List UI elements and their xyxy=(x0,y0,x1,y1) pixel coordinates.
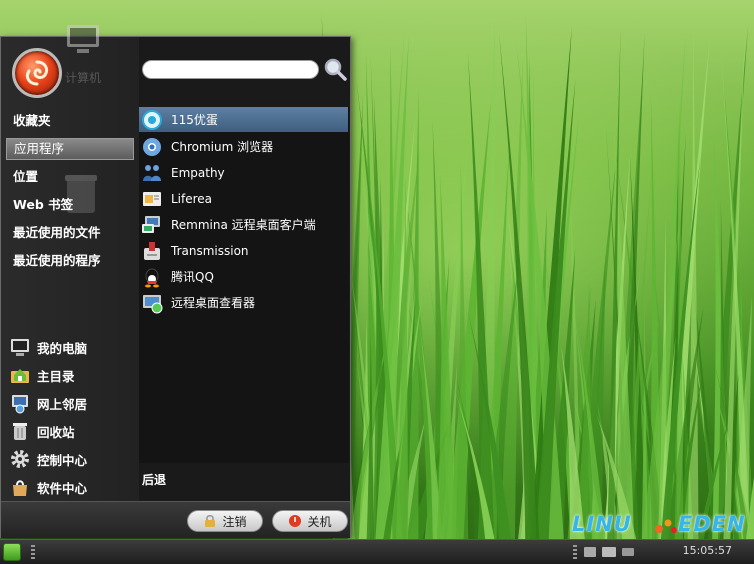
app-chromium[interactable]: Chromium 浏览器 xyxy=(139,134,348,159)
place-control-center[interactable]: 控制中心 xyxy=(9,447,87,471)
taskbar-grip-handle[interactable] xyxy=(573,545,577,559)
category-places[interactable]: 位置 xyxy=(6,166,134,188)
chromium-icon xyxy=(143,137,161,156)
transmission-icon xyxy=(144,241,160,260)
app-label: 115优蛋 xyxy=(171,113,218,127)
taskbar-clock[interactable]: 15:05:57 xyxy=(683,544,732,557)
search-input[interactable] xyxy=(142,60,319,79)
menu-left-pane: 计算机 收藏夹 应用程序 位置 Web 书签 最近使用的文件 最近使用的程序 我… xyxy=(1,25,139,501)
gear-icon xyxy=(11,450,29,468)
watermark-text-right: EDEN xyxy=(678,512,746,536)
watermark-dots-icon xyxy=(655,519,677,533)
distro-logo[interactable] xyxy=(12,48,62,98)
search-icon[interactable] xyxy=(323,57,347,81)
place-label: 软件中心 xyxy=(37,480,88,496)
app-label: Empathy xyxy=(171,165,225,180)
empathy-icon xyxy=(143,164,161,181)
swirl-logo-icon xyxy=(25,60,49,86)
place-trash[interactable]: 回收站 xyxy=(9,419,75,443)
category-applications[interactable]: 应用程序 xyxy=(6,138,134,160)
app-label: Remmina 远程桌面客户端 xyxy=(171,218,316,232)
app-liferea[interactable]: Liferea xyxy=(139,186,348,211)
category-favorites[interactable]: 收藏夹 xyxy=(6,110,134,132)
linuxeden-watermark: LINU EDEN xyxy=(572,512,750,540)
remmina-icon xyxy=(142,215,160,233)
app-label: 远程桌面查看器 xyxy=(171,296,256,310)
place-label: 控制中心 xyxy=(37,452,88,468)
menu-bottom-bar: 注销 关机 xyxy=(1,501,350,538)
network-icon xyxy=(12,395,28,414)
place-label: 回收站 xyxy=(37,424,75,440)
category-recent-programs[interactable]: 最近使用的程序 xyxy=(6,250,134,272)
shutdown-button[interactable]: 关机 xyxy=(272,510,348,532)
logout-button[interactable]: 注销 xyxy=(187,510,263,532)
place-label: 网上邻居 xyxy=(37,396,88,412)
place-home[interactable]: 主目录 xyxy=(9,363,75,387)
monitor-icon xyxy=(11,339,29,356)
start-menu: 计算机 收藏夹 应用程序 位置 Web 书签 最近使用的文件 最近使用的程序 我… xyxy=(0,25,351,538)
place-label: 主目录 xyxy=(37,368,75,384)
app-115-egg[interactable]: 115优蛋 xyxy=(139,107,348,132)
liferea-icon xyxy=(143,191,161,206)
home-folder-icon xyxy=(11,369,29,383)
remote-viewer-icon xyxy=(143,294,163,313)
app-label: Transmission xyxy=(171,243,249,258)
app-tencent-qq[interactable]: 腾讯QQ xyxy=(139,264,348,289)
app-label: 腾讯QQ xyxy=(171,270,214,284)
place-my-computer[interactable]: 我的电脑 xyxy=(9,335,87,359)
computer-desktop-label: 计算机 xyxy=(65,71,102,85)
app-label: Liferea xyxy=(171,191,213,206)
app-transmission[interactable]: Transmission xyxy=(139,238,348,263)
qq-penguin-icon xyxy=(145,268,159,287)
place-label: 我的电脑 xyxy=(37,340,88,356)
app-empathy[interactable]: Empathy xyxy=(139,160,348,185)
place-software-center[interactable]: 软件中心 xyxy=(9,475,87,499)
application-list: 115优蛋 Chromium 浏览器 Empathy Liferea Remmi… xyxy=(139,107,349,463)
back-button[interactable]: 后退 xyxy=(142,471,166,488)
start-button[interactable] xyxy=(3,543,21,561)
power-icon xyxy=(289,515,302,527)
trash-icon xyxy=(13,423,27,440)
computer-icon-behind-menu xyxy=(67,25,99,53)
app-remote-desktop-viewer[interactable]: 远程桌面查看器 xyxy=(139,290,348,315)
category-web-bookmarks[interactable]: Web 书签 xyxy=(6,194,134,216)
system-tray-icons[interactable] xyxy=(580,544,640,560)
watermark-text-left: LINU xyxy=(572,512,632,536)
software-bag-icon xyxy=(13,480,27,496)
lock-icon xyxy=(205,514,216,527)
shutdown-label: 关机 xyxy=(307,514,332,529)
category-recent-files[interactable]: 最近使用的文件 xyxy=(6,222,134,244)
taskbar: 15:05:57 xyxy=(0,539,754,564)
taskbar-grip-handle[interactable] xyxy=(31,545,35,559)
app-label: Chromium 浏览器 xyxy=(171,140,274,154)
place-network[interactable]: 网上邻居 xyxy=(9,391,87,415)
logout-label: 注销 xyxy=(222,514,247,529)
app-remmina[interactable]: Remmina 远程桌面客户端 xyxy=(139,212,348,237)
115-egg-icon xyxy=(142,109,162,130)
